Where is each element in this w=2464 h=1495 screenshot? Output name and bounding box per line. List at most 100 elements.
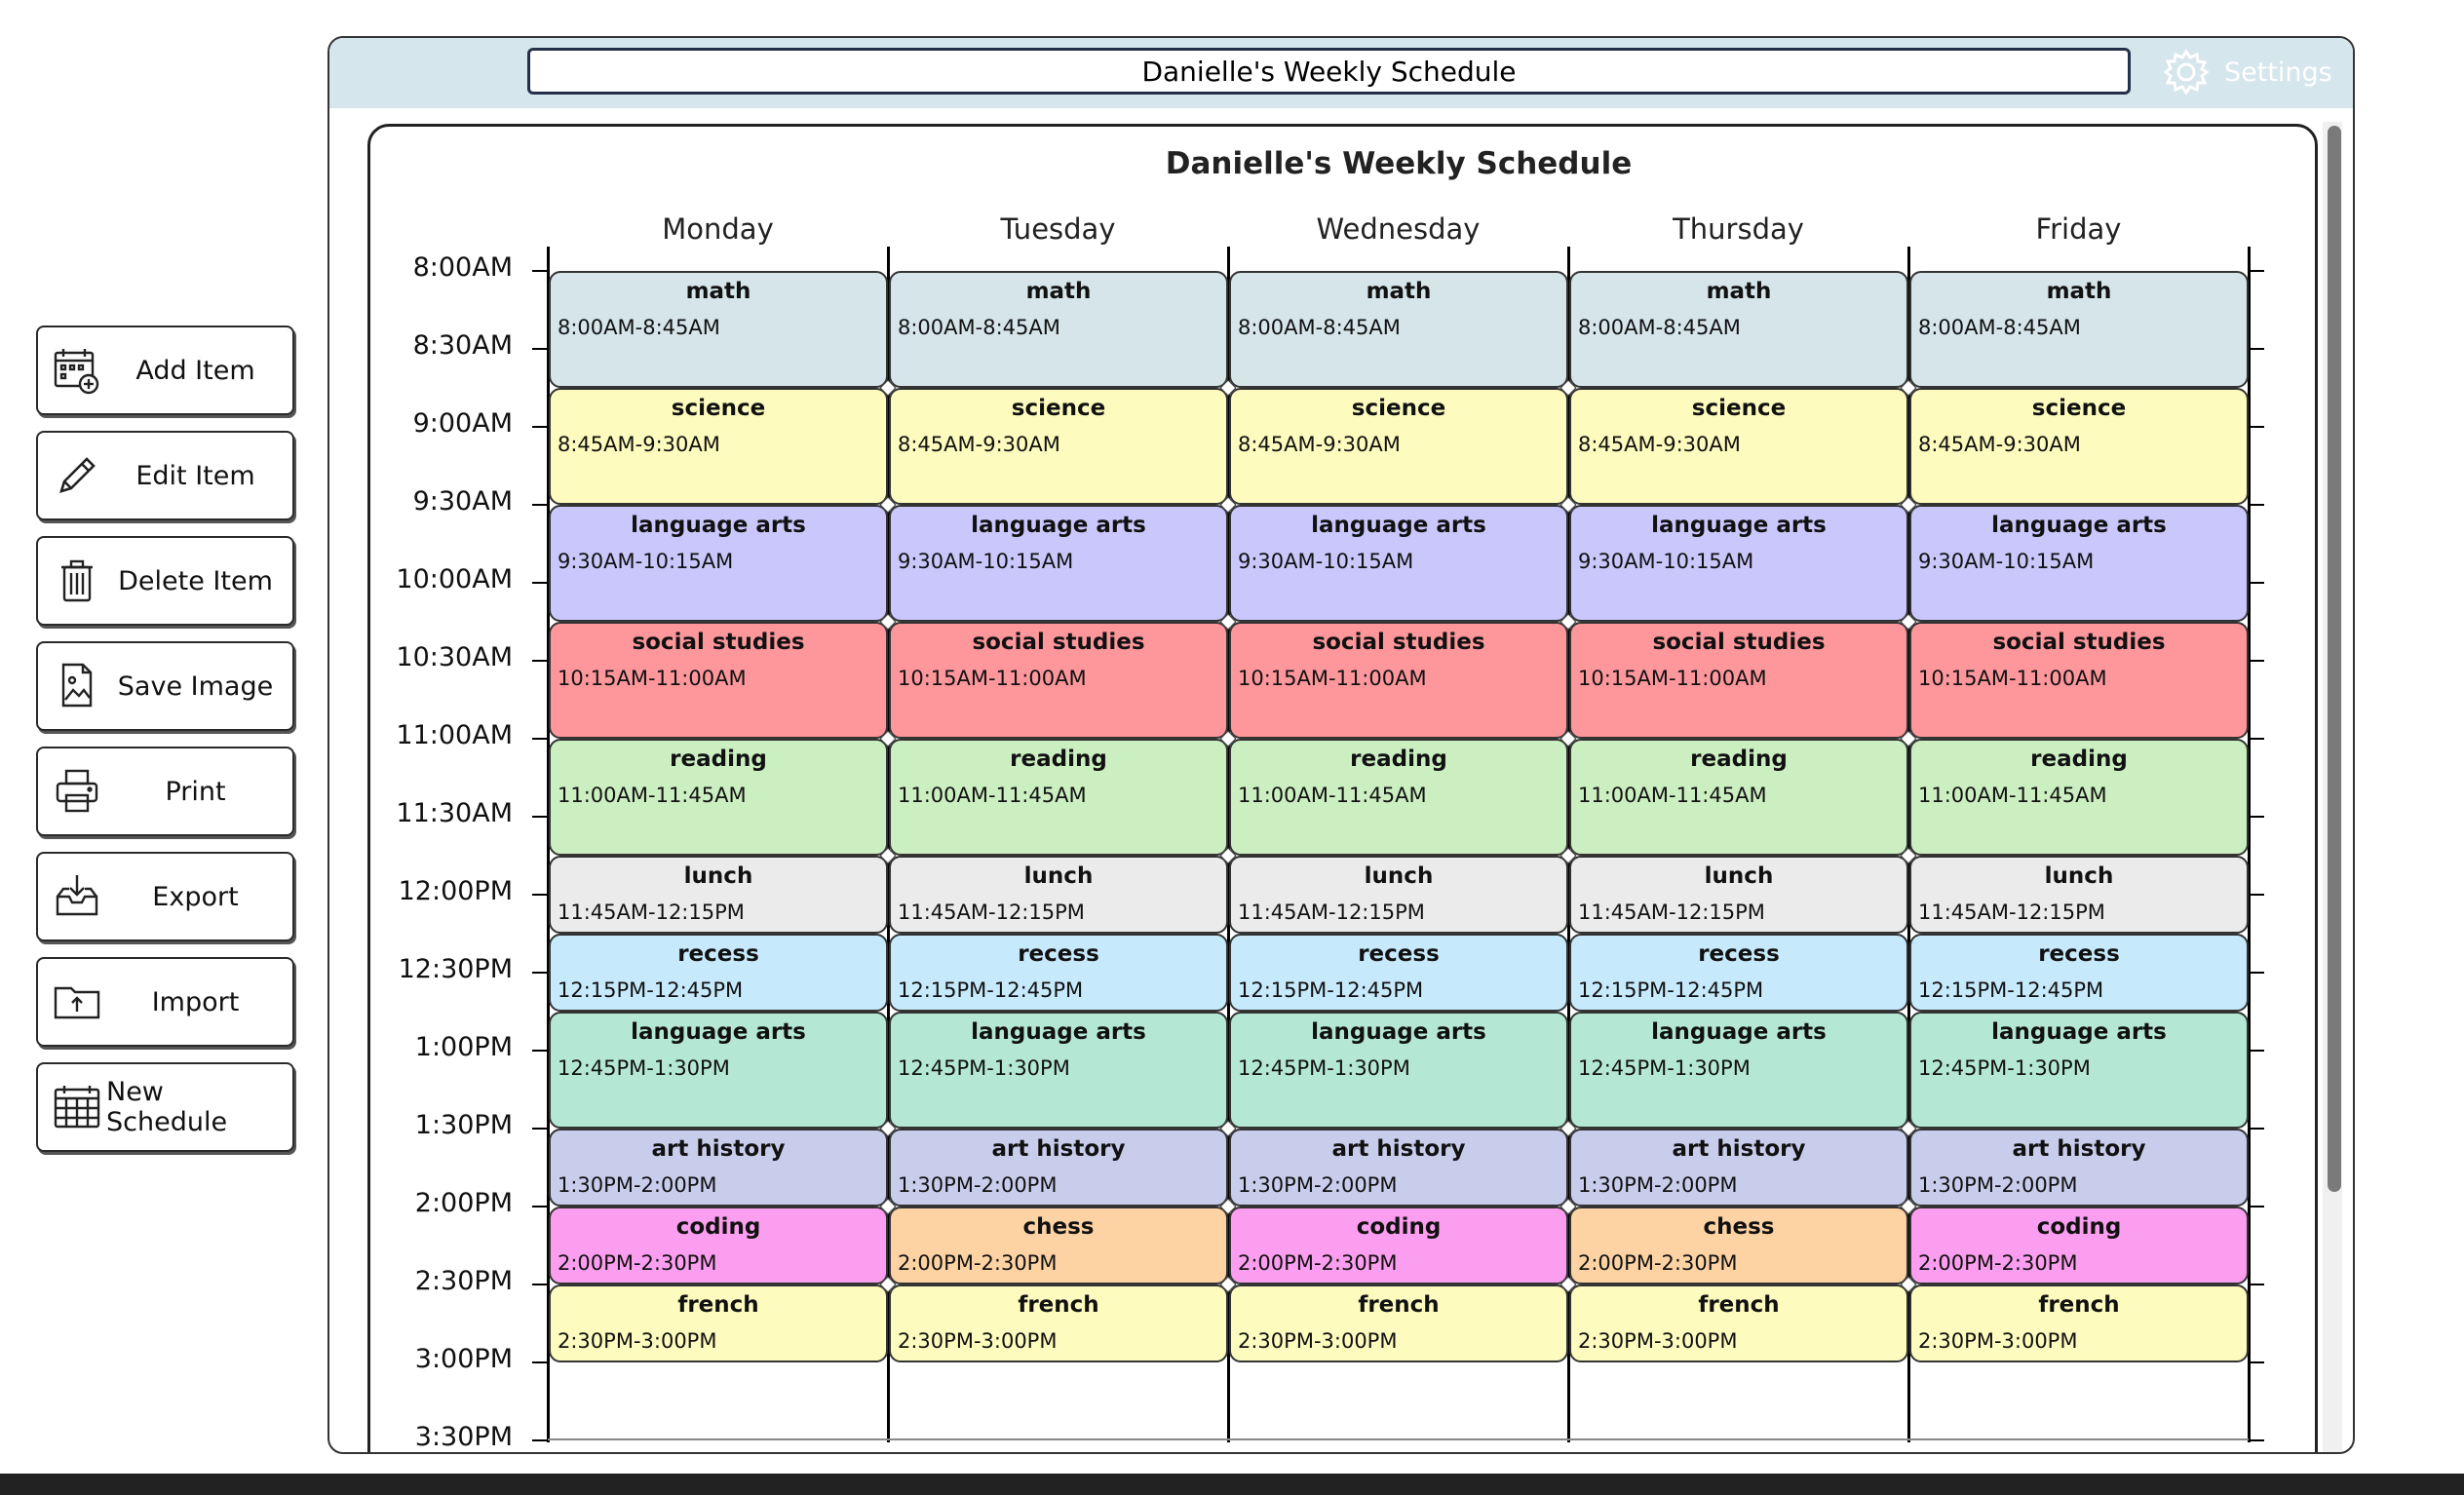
delete-item-button[interactable]: Delete Item [36,536,294,626]
item-name: lunch [1364,863,1434,889]
schedule-item[interactable]: lunch 11:45AM-12:15PM [549,856,888,934]
schedule-item[interactable]: science 8:45AM-9:30AM [549,388,888,505]
schedule-item[interactable]: language arts 9:30AM-10:15AM [549,505,888,622]
schedule-item[interactable]: language arts 9:30AM-10:15AM [1909,505,2249,622]
schedule-item[interactable]: recess 12:15PM-12:45PM [1229,934,1568,1012]
item-name: social studies [1652,630,1826,655]
time-label: 3:00PM [414,1344,513,1374]
item-time: 11:45AM-12:15PM [558,901,745,924]
add-item-button[interactable]: Add Item [36,326,294,415]
schedule-item[interactable]: french 2:30PM-3:00PM [1909,1284,2249,1362]
tick-left [532,348,548,350]
save-image-button[interactable]: Save Image [36,641,294,731]
schedule-item[interactable]: social studies 10:15AM-11:00AM [889,622,1228,739]
schedule-item[interactable]: reading 11:00AM-11:45AM [889,739,1228,856]
tick-right [2249,660,2264,662]
item-time: 12:15PM-12:45PM [1918,978,2104,1002]
schedule-item[interactable]: french 2:30PM-3:00PM [889,1284,1228,1362]
schedule-item[interactable]: language arts 9:30AM-10:15AM [1569,505,1908,622]
schedule-item[interactable]: social studies 10:15AM-11:00AM [1229,622,1568,739]
tick-left [532,738,548,740]
schedule-item[interactable]: science 8:45AM-9:30AM [1229,388,1568,505]
schedule-item[interactable]: language arts 12:45PM-1:30PM [1569,1012,1908,1129]
schedule-item[interactable]: lunch 11:45AM-12:15PM [1229,856,1568,934]
schedule-item[interactable]: lunch 11:45AM-12:15PM [1569,856,1908,934]
item-name: lunch [1023,863,1094,889]
schedule-item[interactable]: language arts 12:45PM-1:30PM [1229,1012,1568,1129]
schedule-item[interactable]: language arts 12:45PM-1:30PM [889,1012,1228,1129]
item-name: coding [1356,1214,1442,1240]
edit-item-label: Edit Item [135,460,255,491]
tick-left [532,816,548,818]
schedule-item[interactable]: science 8:45AM-9:30AM [1569,388,1908,505]
item-time: 10:15AM-11:00AM [558,667,747,690]
settings-label: Settings [2224,57,2332,88]
schedule-item[interactable]: art history 1:30PM-2:00PM [1909,1129,2249,1207]
schedule-item[interactable]: coding 2:00PM-2:30PM [1229,1207,1568,1284]
calendar-grid-icon [38,1062,116,1152]
item-time: 11:45AM-12:15PM [1918,901,2105,924]
schedule-item[interactable]: french 2:30PM-3:00PM [1229,1284,1568,1362]
schedule-item[interactable]: language arts 12:45PM-1:30PM [1909,1012,2249,1129]
schedule-item[interactable]: coding 2:00PM-2:30PM [1909,1207,2249,1284]
schedule-item[interactable]: recess 12:15PM-12:45PM [889,934,1228,1012]
schedule-item[interactable]: math 8:00AM-8:45AM [1909,271,2249,388]
schedule-item[interactable]: reading 11:00AM-11:45AM [1909,739,2249,856]
item-time: 2:30PM-3:00PM [1918,1329,2078,1353]
item-name: recess [1018,941,1099,967]
schedule-item[interactable]: reading 11:00AM-11:45AM [549,739,888,856]
schedule-item[interactable]: french 2:30PM-3:00PM [549,1284,888,1362]
schedule-item[interactable]: science 8:45AM-9:30AM [889,388,1228,505]
schedule-item[interactable]: art history 1:30PM-2:00PM [889,1129,1228,1207]
schedule-item[interactable]: social studies 10:15AM-11:00AM [549,622,888,739]
export-label: Export [152,881,239,912]
schedule-item[interactable]: reading 11:00AM-11:45AM [1569,739,1908,856]
schedule-item[interactable]: social studies 10:15AM-11:00AM [1569,622,1908,739]
schedule-item[interactable]: language arts 9:30AM-10:15AM [889,505,1228,622]
item-time: 12:15PM-12:45PM [1578,978,1764,1002]
item-time: 9:30AM-10:15AM [898,550,1074,573]
schedule-item[interactable]: chess 2:00PM-2:30PM [889,1207,1228,1284]
schedule-item[interactable]: recess 12:15PM-12:45PM [549,934,888,1012]
item-time: 2:00PM-2:30PM [558,1251,717,1275]
item-name: language arts [1311,1019,1486,1045]
schedule-item[interactable]: recess 12:15PM-12:45PM [1909,934,2249,1012]
schedule-item[interactable]: french 2:30PM-3:00PM [1569,1284,1908,1362]
schedule-item[interactable]: art history 1:30PM-2:00PM [1569,1129,1908,1207]
export-button[interactable]: Export [36,852,294,941]
schedule-item[interactable]: science 8:45AM-9:30AM [1909,388,2249,505]
item-time: 8:45AM-9:30AM [1238,433,1401,456]
item-name: art history [651,1136,786,1162]
schedule-item[interactable]: math 8:00AM-8:45AM [1229,271,1568,388]
item-name: social studies [972,630,1145,655]
item-time: 8:00AM-8:45AM [1238,316,1401,339]
schedule-item[interactable]: math 8:00AM-8:45AM [549,271,888,388]
item-name: reading [1010,747,1107,772]
tick-left [532,1361,548,1363]
scrollbar-thumb[interactable] [2328,126,2341,1192]
schedule-item[interactable]: lunch 11:45AM-12:15PM [889,856,1228,934]
schedule-item[interactable]: coding 2:00PM-2:30PM [549,1207,888,1284]
settings-button[interactable]: Settings [2162,44,2332,100]
import-button[interactable]: Import [36,957,294,1047]
edit-item-button[interactable]: Edit Item [36,431,294,520]
item-time: 8:00AM-8:45AM [1918,316,2081,339]
tick-right [2249,582,2264,584]
schedule-item[interactable]: recess 12:15PM-12:45PM [1569,934,1908,1012]
schedule-title-input[interactable] [527,48,2131,95]
trash-icon [38,536,116,626]
schedule-item[interactable]: art history 1:30PM-2:00PM [1229,1129,1568,1207]
schedule-item[interactable]: art history 1:30PM-2:00PM [549,1129,888,1207]
item-time: 8:45AM-9:30AM [1918,433,2081,456]
schedule-item[interactable]: social studies 10:15AM-11:00AM [1909,622,2249,739]
item-name: math [2046,279,2112,304]
schedule-item[interactable]: lunch 11:45AM-12:15PM [1909,856,2249,934]
print-button[interactable]: Print [36,747,294,836]
schedule-item[interactable]: language arts 9:30AM-10:15AM [1229,505,1568,622]
schedule-item[interactable]: math 8:00AM-8:45AM [889,271,1228,388]
schedule-item[interactable]: reading 11:00AM-11:45AM [1229,739,1568,856]
schedule-item[interactable]: language arts 12:45PM-1:30PM [549,1012,888,1129]
new-schedule-button[interactable]: New Schedule [36,1062,294,1152]
schedule-item[interactable]: chess 2:00PM-2:30PM [1569,1207,1908,1284]
schedule-item[interactable]: math 8:00AM-8:45AM [1569,271,1908,388]
